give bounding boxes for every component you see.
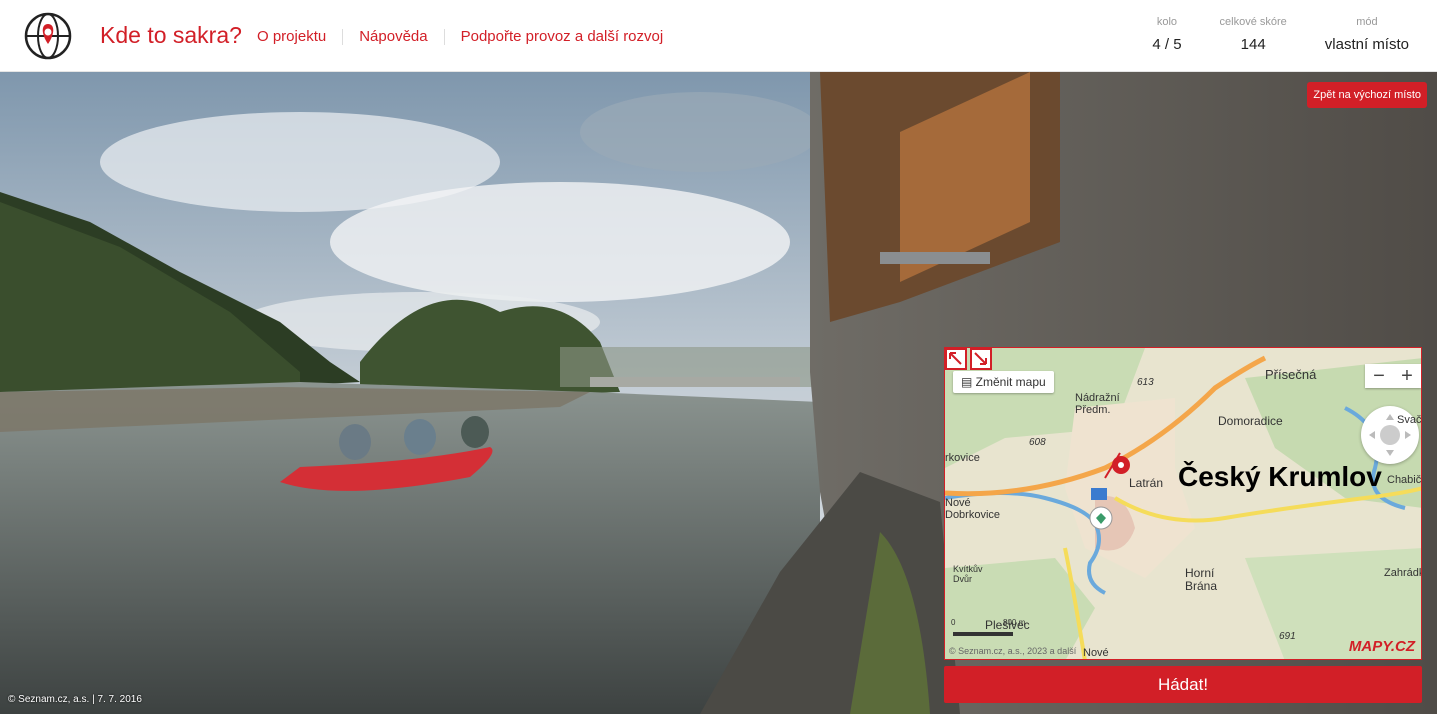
map-label: Nádražní Předm. xyxy=(1075,392,1120,416)
map-label: Horní Brána xyxy=(1185,566,1218,593)
panorama-copyright: © Seznam.cz, a.s. | 7. 7. 2016 xyxy=(8,694,142,705)
map-label: Nové Dobrkovice xyxy=(945,497,1001,521)
nav-divider xyxy=(443,28,445,45)
stat-round-value: 4 / 5 xyxy=(1152,36,1182,53)
layers-icon: ▤ xyxy=(961,375,976,389)
map-background xyxy=(945,348,1421,659)
header: Kde to sakra? O projektu Nápověda Podpoř… xyxy=(0,0,1437,72)
stat-score: celkové skóre 144 xyxy=(1220,16,1287,53)
zoom-out-button[interactable]: − xyxy=(1365,364,1393,388)
map-shrink-icon[interactable] xyxy=(970,348,992,370)
map-city-label: Český Krumlov xyxy=(1178,461,1382,492)
nav-help[interactable]: Nápověda xyxy=(359,28,427,45)
map-zoom-controls: − + xyxy=(1365,364,1421,388)
app-title[interactable]: Kde to sakra? xyxy=(100,22,242,49)
map-label: Svač xyxy=(1397,414,1422,426)
stat-score-value: 144 xyxy=(1240,36,1266,53)
stat-round-label: kolo xyxy=(1156,16,1178,28)
map-scale-start: 0 xyxy=(951,618,956,627)
stat-mode: mód vlastní místo xyxy=(1325,16,1409,53)
map-label: 613 xyxy=(1137,377,1154,388)
main-nav: O projektu Nápověda Podpořte provoz a da… xyxy=(257,28,663,45)
map-label: rkovice xyxy=(945,452,980,464)
map-label: 691 xyxy=(1279,631,1296,642)
change-map-button[interactable]: ▤ Změnit mapu xyxy=(953,371,1054,393)
map-label: Zahrádk xyxy=(1384,567,1422,579)
map-label: 608 xyxy=(1029,437,1046,448)
guess-button[interactable]: Hádat! xyxy=(944,666,1422,703)
stat-round: kolo 4 / 5 xyxy=(1152,16,1181,53)
return-to-start-button[interactable]: Zpět na výchozí místo xyxy=(1307,82,1427,108)
nav-divider xyxy=(342,28,344,45)
map-label: Kvítkův Dvůr xyxy=(953,564,983,584)
change-map-label: Změnit mapu xyxy=(975,375,1046,389)
map-label: Přísečná xyxy=(1265,367,1317,382)
stat-mode-label: mód xyxy=(1356,16,1378,28)
guess-map[interactable]: ▤ Změnit mapu − + Přísečná 613 Nádražní … xyxy=(944,347,1422,660)
nav-about[interactable]: O projektu xyxy=(257,28,326,45)
map-scale-end: 800 m xyxy=(1003,618,1026,627)
stat-score-label: celkové skóre xyxy=(1219,16,1287,28)
map-expand-icon[interactable] xyxy=(945,348,967,370)
stat-mode-value: vlastní místo xyxy=(1324,36,1409,53)
map-label: Domoradice xyxy=(1218,414,1283,428)
map-label: Latrán xyxy=(1129,476,1164,490)
mapy-cz-logo[interactable]: MAPY.CZ xyxy=(1349,638,1415,655)
map-label: Nové xyxy=(1083,647,1109,659)
map-label: Chabič xyxy=(1387,474,1422,486)
map-copyright[interactable]: © Seznam.cz, a.s., 2023 a další xyxy=(949,646,1076,656)
zoom-in-button[interactable]: + xyxy=(1393,364,1421,388)
logo-icon[interactable] xyxy=(24,12,72,60)
nav-support[interactable]: Podpořte provoz a další rozvoj xyxy=(461,28,664,45)
game-stats: kolo 4 / 5 celkové skóre 144 mód vlastní… xyxy=(1114,16,1409,53)
